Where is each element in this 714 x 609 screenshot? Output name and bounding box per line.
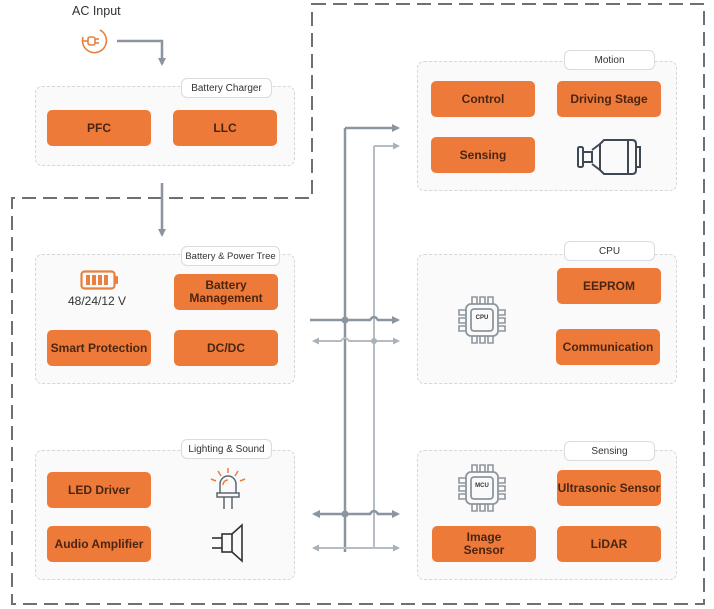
- voltage-label: 48/24/12 V: [68, 294, 127, 308]
- power-to-cpu-arrow: [310, 315, 400, 324]
- ac-input-arrow: [117, 39, 166, 66]
- led-driver-block[interactable]: LED Driver: [47, 472, 151, 508]
- llc-block[interactable]: LLC: [173, 110, 277, 146]
- lidar-block[interactable]: LiDAR: [557, 526, 661, 562]
- dc-dc-block[interactable]: DC/DC: [174, 330, 278, 366]
- battery-management-block[interactable]: Battery Management: [174, 274, 278, 310]
- battery-charger-tag: Battery Charger: [181, 78, 272, 98]
- speaker-icon: [212, 523, 243, 563]
- control-block[interactable]: Control: [431, 81, 535, 117]
- power-plug-icon: [81, 29, 108, 54]
- sensing-motion-block[interactable]: Sensing: [431, 137, 535, 173]
- battery-icon: [80, 270, 118, 290]
- driving-stage-block[interactable]: Driving Stage: [557, 81, 661, 117]
- motion-tag: Motion: [564, 50, 655, 70]
- lighting-sensing-bidirectional: [312, 509, 400, 518]
- mcu-chip-label: MCU: [475, 483, 489, 489]
- mcu-chip-icon: MCU: [454, 460, 510, 516]
- battery-power-tree-tag: Battery & Power Tree: [181, 246, 280, 266]
- motor-icon: [577, 139, 641, 175]
- eeprom-block[interactable]: EEPROM: [557, 268, 661, 304]
- cpu-chip-label: CPU: [475, 315, 489, 321]
- ac-input-label: AC Input: [72, 4, 121, 18]
- lighting-sound-tag: Lighting & Sound: [181, 439, 272, 459]
- cpu-chip-icon: CPU: [454, 292, 510, 348]
- power-cpu-bidirectional: [312, 337, 400, 345]
- communication-block[interactable]: Communication: [556, 329, 660, 365]
- pfc-block[interactable]: PFC: [47, 110, 151, 146]
- ultrasonic-sensor-block[interactable]: Ultrasonic Sensor: [557, 470, 661, 506]
- audio-amplifier-block[interactable]: Audio Amplifier: [47, 526, 151, 562]
- led-icon: [210, 468, 246, 509]
- image-sensor-block[interactable]: Image Sensor: [432, 526, 536, 562]
- smart-protection-block[interactable]: Smart Protection: [47, 330, 151, 366]
- sensing-tag: Sensing: [564, 441, 655, 461]
- cpu-tag: CPU: [564, 241, 655, 261]
